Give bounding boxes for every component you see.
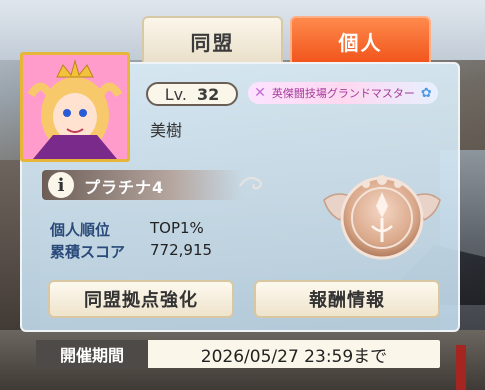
swirl-ornament-icon xyxy=(239,177,262,190)
sparkle-icon: ✕ xyxy=(254,85,266,101)
level-value: 32 xyxy=(196,84,220,104)
period-label: 開催期間 xyxy=(36,340,148,368)
rank-tier: プラチナ4 xyxy=(84,178,165,197)
period-value: 2026/05/27 23:59まで xyxy=(148,340,440,368)
title-badge: ✕ 英傑闘技場グランドマスター ✿ xyxy=(248,82,438,104)
flower-icon: ✿ xyxy=(420,85,432,101)
level-badge: Lv. 32 xyxy=(146,82,238,106)
total-score-label: 累積スコア xyxy=(50,243,126,261)
level-label: Lv. xyxy=(164,84,187,104)
background-red-post xyxy=(456,345,466,390)
reward-info-button[interactable]: 報酬情報 xyxy=(254,280,440,318)
info-icon[interactable]: i xyxy=(48,172,74,198)
alliance-strengthen-button[interactable]: 同盟拠点強化 xyxy=(48,280,234,318)
character-portrait-icon xyxy=(20,52,130,162)
tab-alliance[interactable]: 同盟 xyxy=(142,16,283,64)
personal-rank-value: TOP1% xyxy=(150,219,204,237)
total-score-value: 772,915 xyxy=(150,241,213,259)
player-name: 美樹 xyxy=(150,121,183,140)
personal-rank-label: 個人順位 xyxy=(50,221,111,239)
platinum-medal-icon xyxy=(323,175,441,260)
title-badge-text: 英傑闘技場グランドマスター xyxy=(271,87,415,100)
tab-personal[interactable]: 個人 xyxy=(290,16,431,64)
